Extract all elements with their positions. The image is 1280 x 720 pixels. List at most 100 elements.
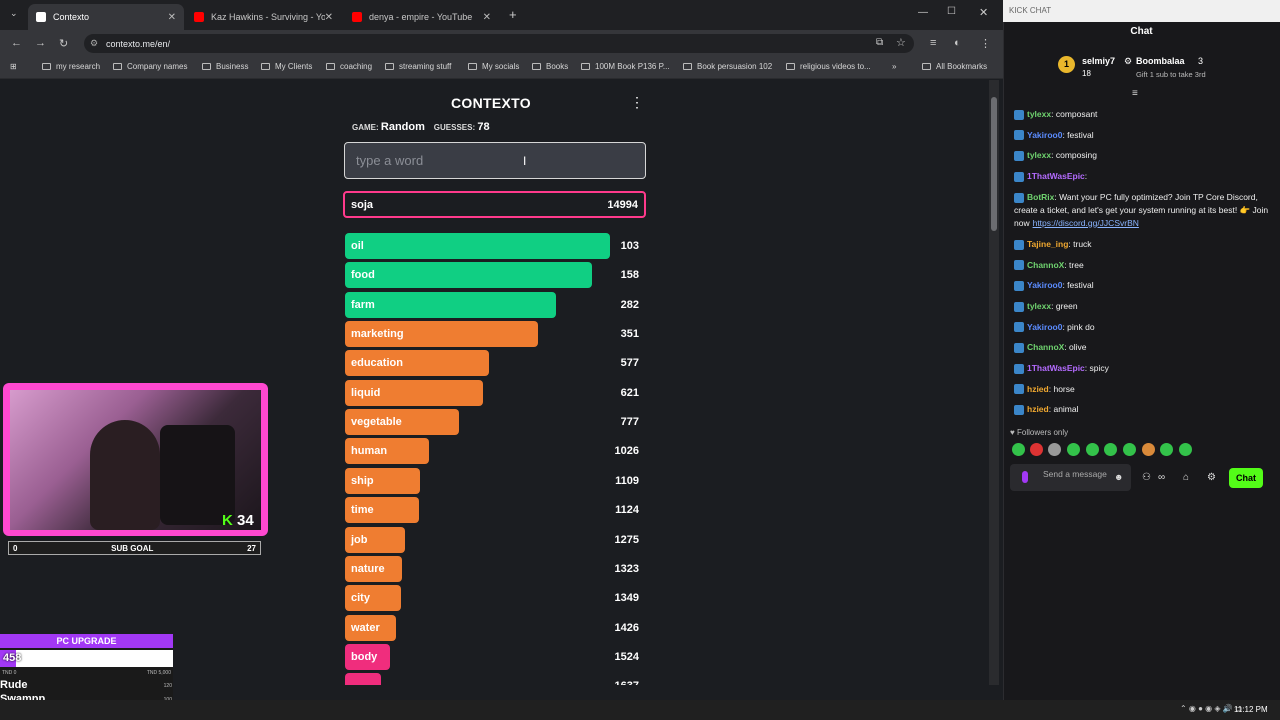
extensions-icon[interactable]: ≡ (930, 37, 936, 49)
word-input[interactable] (344, 142, 646, 179)
chat-username[interactable]: 1ThatWasEpic (1027, 171, 1085, 181)
infinity-icon[interactable]: ∞ (1158, 472, 1165, 483)
guess-row: food 158 (345, 262, 646, 289)
chat-username[interactable]: Tajine_ing (1027, 239, 1068, 249)
forward-icon[interactable]: → (35, 37, 46, 49)
emote-icon[interactable] (1160, 443, 1173, 456)
bookmarks-bar: ⊞ my research Company names Business My … (0, 57, 1003, 79)
bookmark-coaching[interactable]: coaching (326, 62, 372, 71)
bookmark-my-clients[interactable]: My Clients (261, 62, 312, 71)
emote-icon[interactable] (1086, 443, 1099, 456)
bookmark-company-names[interactable]: Company names (113, 62, 187, 71)
guess-rank: 158 (620, 269, 639, 282)
chat-text: festival (1067, 280, 1094, 291)
bookmark-streaming-stuff[interactable]: streaming stuff (385, 62, 451, 71)
close-tab-icon[interactable]: ✕ (168, 12, 176, 23)
emote-icon[interactable] (1012, 443, 1025, 456)
bookmark-star-icon[interactable]: ☆ (896, 36, 906, 49)
emote-icon[interactable] (1067, 443, 1080, 456)
users-icon[interactable]: ⚇ (1142, 472, 1151, 483)
tab-list-icon[interactable]: ⌄ (10, 8, 18, 19)
chat-filter-icon[interactable]: ≡ (1132, 88, 1138, 99)
chat-message: tylexx: composing (1014, 149, 1269, 162)
emoji-icon[interactable]: ☻ (1114, 472, 1123, 482)
back-icon[interactable]: ← (11, 37, 22, 49)
emote-icon[interactable] (1123, 443, 1136, 456)
folder-icon (683, 63, 692, 70)
window-close-icon[interactable]: ✕ (979, 6, 988, 19)
chat-text: pink do (1067, 321, 1095, 332)
user-badge-icon (1014, 405, 1024, 416)
chat-username[interactable]: hzied (1027, 404, 1049, 414)
tab-contexto[interactable]: Contexto ✕ (28, 4, 184, 30)
guess-rank: 621 (620, 386, 639, 399)
tab-youtube-1[interactable]: Kaz Hawkins - Surviving - YouTub ✕ (186, 4, 341, 30)
chat-username[interactable]: Yakiroo0 (1027, 322, 1062, 332)
chat-username[interactable]: Yakiroo0 (1027, 130, 1062, 140)
chat-username[interactable]: tylexx (1027, 301, 1051, 311)
profile-icon[interactable]: ◐ (954, 37, 961, 49)
new-tab-icon[interactable]: + (509, 7, 517, 22)
guess-word: city (351, 592, 370, 605)
guess-row: human 1026 (345, 438, 646, 465)
guess-count: 78 (477, 121, 490, 133)
maximize-icon[interactable]: ☐ (947, 6, 956, 17)
guess-word: oil (351, 240, 364, 252)
reload-icon[interactable]: ↻ (59, 37, 68, 50)
guess-word: human (351, 445, 388, 458)
guess-row: farm 282 (345, 291, 646, 318)
chat-message-input[interactable]: Send a message ☻ (1010, 464, 1131, 491)
url-input[interactable]: ⚙ contexto.me/en/ ⧉ ☆ (84, 34, 914, 53)
bookmark-my-research[interactable]: my research (42, 62, 100, 71)
more-bookmarks-icon[interactable]: » (892, 62, 896, 71)
scrollbar-thumb[interactable] (991, 97, 997, 231)
guess-word: food (351, 269, 375, 282)
store-icon[interactable]: ⌂ (1183, 472, 1189, 483)
last-guess-row: soja 14994 (343, 191, 646, 218)
site-info-icon[interactable]: ⚙ (90, 38, 98, 49)
emote-icon[interactable] (1104, 443, 1117, 456)
chat-send-button[interactable]: Chat (1229, 468, 1263, 488)
close-tab-icon[interactable]: ✕ (325, 12, 333, 23)
bookmark-religious-videos[interactable]: religious videos to... (786, 62, 871, 71)
bookmark-book-persuasion[interactable]: Book persuasion 102 (683, 62, 772, 71)
chat-username[interactable]: 1ThatWasEpic (1027, 363, 1085, 373)
chat-username[interactable]: tylexx (1027, 109, 1051, 119)
microphone-icon[interactable] (1022, 471, 1028, 483)
emote-icon[interactable] (1142, 443, 1155, 456)
user-badge-icon (1014, 171, 1024, 182)
chat-username[interactable]: Yakiroo0 (1027, 280, 1062, 290)
emote-icon[interactable] (1179, 443, 1192, 456)
bookmark-all-bookmarks[interactable]: All Bookmarks (922, 62, 987, 71)
guess-word: time (351, 504, 374, 517)
youtube-favicon-icon (194, 12, 204, 22)
settings-gear-icon[interactable]: ⚙ (1207, 472, 1216, 483)
chat-username[interactable]: tylexx (1027, 150, 1051, 160)
emote-icon[interactable] (1048, 443, 1061, 456)
install-icon[interactable]: ⧉ (876, 37, 883, 48)
chat-text: green (1055, 300, 1078, 311)
bookmark-business[interactable]: Business (202, 62, 248, 71)
chat-message: tylexx: composant (1014, 108, 1269, 121)
bookmark-100m-book[interactable]: 100M Book P136 P... (581, 62, 670, 71)
tab-youtube-2[interactable]: denya - empire - YouTube ✕ (344, 4, 499, 30)
close-tab-icon[interactable]: ✕ (483, 12, 491, 23)
guess-word: nature (351, 562, 385, 575)
chat-username[interactable]: hzied (1027, 384, 1049, 394)
apps-grid-icon[interactable]: ⊞ (10, 62, 17, 71)
browser-menu-icon[interactable]: ⋮ (980, 37, 991, 50)
bookmark-my-socials[interactable]: My socials (468, 62, 519, 71)
folder-icon (385, 63, 394, 70)
chat-link[interactable]: https://discord.gg/JJCSvrBN (1033, 218, 1139, 228)
game-menu-icon[interactable]: ⋮ (630, 94, 644, 111)
folder-icon (202, 63, 211, 70)
chat-username[interactable]: ChannoX (1027, 342, 1064, 352)
emote-icon[interactable] (1030, 443, 1043, 456)
chat-username[interactable]: ChannoX (1027, 260, 1064, 270)
minimize-icon[interactable]: — (918, 7, 928, 18)
chat-username[interactable]: BotRix (1027, 192, 1054, 202)
guess-row: 1637 (345, 673, 646, 685)
bookmark-books[interactable]: Books (532, 62, 568, 71)
folder-icon (532, 63, 541, 70)
guess-row: oil 103 (345, 233, 646, 259)
